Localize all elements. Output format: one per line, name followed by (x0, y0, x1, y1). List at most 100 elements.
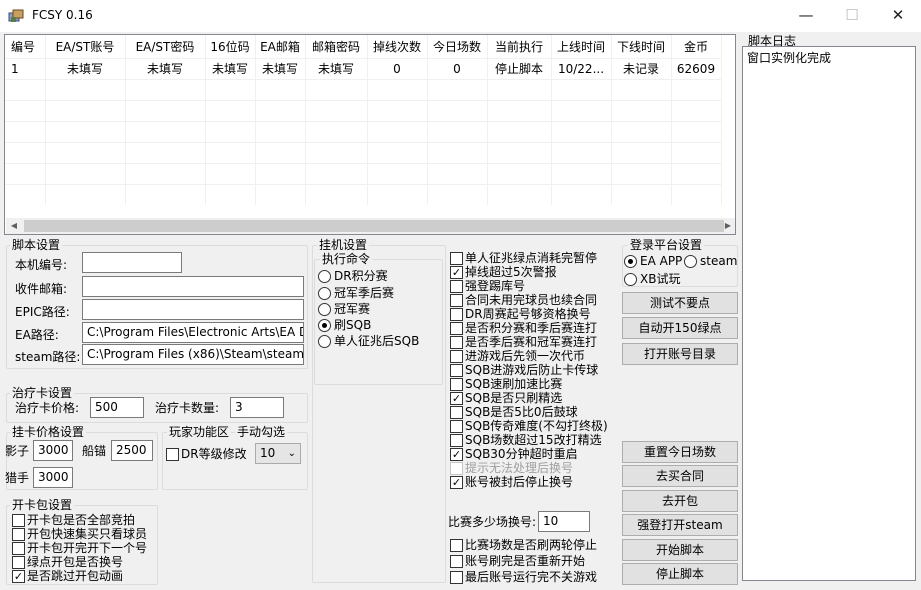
checkbox-icon[interactable] (450, 554, 463, 568)
checkmark-icon[interactable]: ✓ (450, 265, 463, 279)
shadow-price-input[interactable]: 3000 (33, 440, 73, 461)
radio-icon[interactable] (318, 286, 331, 300)
option-checkbox[interactable]: 是否积分赛和季后赛连打 (450, 321, 597, 335)
command-radio[interactable]: 冠军季后赛 (318, 286, 394, 300)
radio-icon[interactable] (684, 254, 697, 268)
reset-today-button[interactable]: 重置今日场数 (622, 441, 738, 463)
checkbox-icon[interactable] (450, 307, 463, 321)
radio-icon[interactable] (624, 272, 637, 286)
checkbox-icon[interactable] (450, 251, 463, 265)
bottom-option-checkbox[interactable]: 比赛场数是否刷两轮停止 (450, 538, 597, 552)
heal-card-count-input[interactable]: 3 (230, 397, 284, 418)
checkbox-icon[interactable] (12, 513, 25, 527)
scroll-left-icon[interactable]: ◀ (6, 218, 22, 234)
radio-icon[interactable] (318, 269, 331, 283)
dr-level-checkbox[interactable]: DR等级修改 (166, 447, 247, 461)
open-pack-button[interactable]: 去开包 (622, 490, 738, 512)
option-checkbox[interactable]: SQB是否5比0后鼓球 (450, 405, 578, 419)
option-checkbox[interactable]: 是否季后赛和冠军赛连打 (450, 335, 597, 349)
checkmark-icon[interactable]: ✓ (12, 569, 25, 583)
horizontal-scrollbar[interactable]: ◀ ▶ (6, 218, 735, 234)
column-header[interactable]: EA邮箱 (255, 35, 306, 58)
checkmark-icon[interactable]: ✓ (450, 447, 463, 461)
option-checkbox[interactable]: 进游戏后先领一次代币 (450, 349, 585, 363)
scroll-thumb[interactable] (24, 220, 724, 232)
start-script-button[interactable]: 开始脚本 (622, 539, 738, 561)
ea-path-input[interactable]: C:\Program Files\Electronic Arts\EA Desk (82, 322, 304, 343)
option-checkbox[interactable]: ✓ SQB30分钟超时重启 (450, 447, 578, 461)
hunter-price-input[interactable]: 3000 (33, 467, 73, 488)
epic-path-input[interactable] (82, 299, 304, 320)
option-checkbox[interactable]: 强登踢库号 (450, 279, 525, 293)
option-checkbox[interactable]: 合同未用完球员也续合同 (450, 293, 597, 307)
option-checkbox[interactable]: DR周赛起号够资格换号 (450, 307, 591, 321)
login-radio-steam[interactable]: steam (684, 254, 737, 268)
switch-after-input[interactable]: 10 (538, 511, 590, 532)
checkbox-icon[interactable] (450, 538, 463, 552)
login-radio-xb[interactable]: XB试玩 (624, 272, 680, 286)
radio-icon[interactable] (318, 334, 331, 348)
option-checkbox[interactable]: SQB进游戏后防止卡传球 (450, 363, 598, 377)
column-header[interactable]: 编号 (5, 35, 46, 58)
bottom-option-checkbox[interactable]: 最后账号运行完不关游戏 (450, 570, 597, 584)
option-checkbox[interactable]: ✓ 账号被封后停止换号 (450, 475, 573, 489)
checkmark-icon[interactable]: ✓ (450, 475, 463, 489)
column-header[interactable]: 邮箱密码 (305, 35, 368, 58)
checkbox-icon[interactable] (450, 279, 463, 293)
stop-script-button[interactable]: 停止脚本 (622, 563, 738, 585)
steam-path-input[interactable]: C:\Program Files (x86)\Steam\steam.exe (82, 344, 304, 365)
command-radio[interactable]: 单人征兆后SQB (318, 334, 419, 348)
anchor-price-input[interactable]: 2500 (111, 440, 153, 461)
checkbox-icon[interactable] (450, 349, 463, 363)
checkbox-icon[interactable] (450, 433, 463, 447)
log-box[interactable]: 窗口实例化完成 (742, 46, 916, 581)
checkbox-icon[interactable] (450, 335, 463, 349)
column-header[interactable]: EA/ST密码 (125, 35, 206, 58)
column-header[interactable]: 掉线次数 (367, 35, 428, 58)
option-checkbox[interactable]: ✓ SQB是否只刷精选 (450, 391, 562, 405)
force-steam-button[interactable]: 强登打开steam (622, 514, 738, 536)
checkbox-icon[interactable] (12, 527, 25, 541)
radio-selected-icon[interactable] (624, 254, 637, 268)
checkbox-icon[interactable] (450, 363, 463, 377)
login-radio-ea[interactable]: EA APP (624, 254, 682, 268)
option-checkbox[interactable]: SQB场数超过15改打精选 (450, 433, 602, 447)
column-header[interactable]: 16位码 (205, 35, 256, 58)
scroll-right-icon[interactable]: ▶ (720, 218, 735, 234)
test-button[interactable]: 测试不要点 (622, 292, 738, 314)
column-header[interactable]: EA/ST账号 (45, 35, 126, 58)
account-table[interactable]: 编号 EA/ST账号 EA/ST密码 16位码 EA邮箱 邮箱密码 掉线次数 今… (4, 34, 736, 235)
column-header[interactable]: 今日场数 (427, 35, 488, 58)
option-checkbox[interactable]: ✓ 掉线超过5次警报 (450, 265, 557, 279)
close-button[interactable]: ✕ (875, 0, 921, 32)
column-header[interactable]: 当前执行 (487, 35, 552, 58)
dr-level-select[interactable]: 10 ⌄ (255, 443, 301, 464)
checkbox-icon[interactable] (12, 541, 25, 555)
pack-option[interactable]: 开包快速集买只看球员 (12, 527, 147, 541)
table-row[interactable]: 1 未填写 未填写 未填写 未填写 未填写 0 0 停止脚本 10/22... … (5, 57, 722, 79)
command-radio[interactable]: DR积分赛 (318, 269, 388, 283)
checkmark-icon[interactable]: ✓ (450, 391, 463, 405)
checkbox-icon[interactable] (450, 419, 463, 433)
checkbox-icon[interactable] (450, 377, 463, 391)
command-radio[interactable]: 冠军赛 (318, 302, 370, 316)
heal-card-price-input[interactable]: 500 (90, 397, 144, 418)
pack-option[interactable]: ✓ 是否跳过开包动画 (12, 569, 123, 583)
column-header[interactable]: 上线时间 (551, 35, 612, 58)
checkbox-icon[interactable] (450, 321, 463, 335)
radio-selected-icon[interactable] (318, 318, 331, 332)
column-header[interactable]: 金币 (671, 35, 722, 58)
pack-option[interactable]: 开卡包是否全部竞拍 (12, 513, 135, 527)
auto-150-button[interactable]: 自动开150绿点 (622, 317, 738, 339)
pack-option[interactable]: 开卡包开完开下一个号 (12, 541, 147, 555)
bottom-option-checkbox[interactable]: 账号刷完是否重新开始 (450, 554, 585, 568)
command-radio[interactable]: 刷SQB (318, 318, 371, 332)
minimize-button[interactable]: — (783, 0, 829, 32)
checkbox-icon[interactable] (450, 405, 463, 419)
open-account-dir-button[interactable]: 打开账号目录 (622, 343, 738, 365)
checkbox-icon[interactable] (450, 293, 463, 307)
pack-option[interactable]: 绿点开包是否换号 (12, 555, 123, 569)
column-header[interactable]: 下线时间 (611, 35, 672, 58)
buy-contract-button[interactable]: 去买合同 (622, 465, 738, 487)
machine-no-input[interactable] (82, 252, 182, 273)
